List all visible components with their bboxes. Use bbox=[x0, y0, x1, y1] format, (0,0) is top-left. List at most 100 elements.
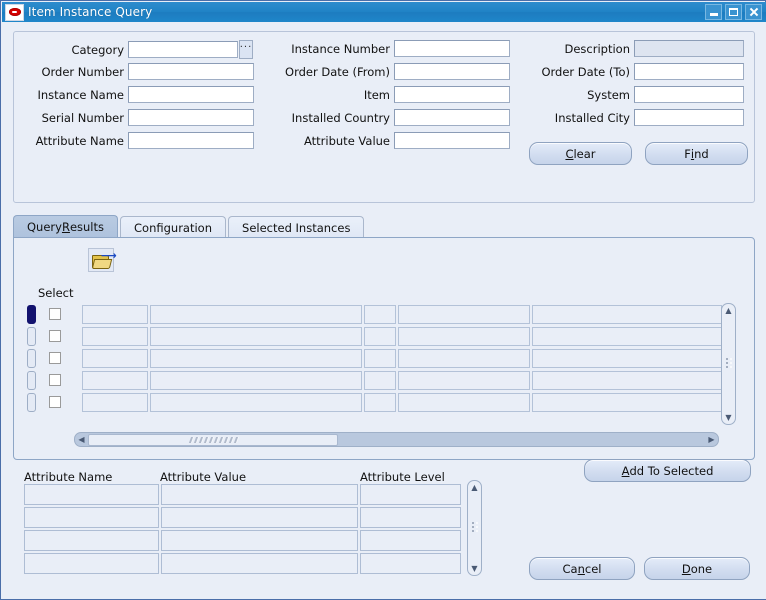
cell-col2[interactable] bbox=[150, 326, 362, 346]
cell-col3[interactable] bbox=[364, 370, 396, 390]
input-instance-number[interactable] bbox=[394, 40, 510, 57]
input-serial-number[interactable] bbox=[128, 109, 254, 126]
cell-col3[interactable] bbox=[364, 304, 396, 324]
attribute-value-cell[interactable] bbox=[161, 553, 358, 574]
maximize-button[interactable] bbox=[725, 4, 742, 20]
cell-col1[interactable] bbox=[82, 326, 148, 346]
done-button[interactable]: Done bbox=[644, 557, 750, 580]
record-indicator[interactable] bbox=[27, 392, 36, 412]
input-category[interactable] bbox=[128, 41, 238, 58]
results-hscroll-thumb[interactable] bbox=[88, 433, 338, 446]
table-row[interactable] bbox=[27, 391, 722, 413]
scroll-up-icon[interactable]: ▲ bbox=[722, 304, 735, 317]
attribute-name-cell[interactable] bbox=[24, 484, 159, 505]
attribute-level-cell[interactable] bbox=[360, 484, 461, 505]
cell-col2[interactable] bbox=[150, 370, 362, 390]
row-select-checkbox[interactable] bbox=[49, 396, 61, 408]
input-description bbox=[634, 40, 744, 57]
input-order-number[interactable] bbox=[128, 63, 254, 80]
form-canvas: Category ··· Order Number Instance Name … bbox=[2, 22, 766, 599]
tab-selected-instances[interactable]: Selected Instances bbox=[228, 216, 365, 238]
scroll-down-icon[interactable]: ▼ bbox=[468, 562, 481, 575]
field-row-attribute-value: Attribute Value bbox=[264, 132, 510, 149]
record-indicator[interactable] bbox=[27, 348, 36, 368]
table-row[interactable] bbox=[27, 369, 722, 391]
tab-query-results-pre: Query bbox=[27, 220, 62, 234]
row-select-checkbox[interactable] bbox=[49, 330, 61, 342]
attribute-level-cell[interactable] bbox=[360, 530, 461, 551]
cell-col5[interactable] bbox=[532, 370, 722, 390]
cell-col1[interactable] bbox=[82, 370, 148, 390]
results-vertical-scrollbar[interactable]: ▲ ▼ bbox=[721, 303, 736, 425]
cancel-button[interactable]: Ca n cel bbox=[529, 557, 635, 580]
attributes-vscroll-track[interactable] bbox=[469, 494, 480, 562]
attribute-level-cell[interactable] bbox=[360, 507, 461, 528]
table-row[interactable] bbox=[27, 325, 722, 347]
field-row-attribute-name: Attribute Name bbox=[14, 132, 254, 149]
scroll-right-icon[interactable]: ▶ bbox=[705, 433, 718, 446]
cell-col4[interactable] bbox=[398, 348, 530, 368]
cell-col5[interactable] bbox=[532, 304, 722, 324]
cell-col3[interactable] bbox=[364, 392, 396, 412]
field-row-description: Description bbox=[514, 40, 744, 57]
input-installed-city[interactable] bbox=[634, 109, 744, 126]
scroll-down-icon[interactable]: ▼ bbox=[722, 411, 735, 424]
cell-col1[interactable] bbox=[82, 348, 148, 368]
cell-col4[interactable] bbox=[398, 326, 530, 346]
cell-col2[interactable] bbox=[150, 392, 362, 412]
minimize-button[interactable] bbox=[705, 4, 722, 20]
cell-col3[interactable] bbox=[364, 348, 396, 368]
tab-query-results[interactable]: Query Results bbox=[13, 215, 119, 238]
tab-configuration[interactable]: Configuration bbox=[120, 216, 227, 238]
input-attribute-name[interactable] bbox=[128, 132, 254, 149]
cell-col5[interactable] bbox=[532, 348, 722, 368]
label-instance-number: Instance Number bbox=[291, 41, 390, 56]
find-button[interactable]: Fi nd bbox=[645, 142, 748, 165]
close-button[interactable] bbox=[745, 4, 762, 20]
category-lov-button[interactable]: ··· bbox=[239, 40, 253, 59]
cell-col2[interactable] bbox=[150, 348, 362, 368]
input-item[interactable] bbox=[394, 86, 510, 103]
attribute-value-cell[interactable] bbox=[161, 484, 358, 505]
input-instance-name[interactable] bbox=[128, 86, 254, 103]
cell-col1[interactable] bbox=[82, 304, 148, 324]
cell-col5[interactable] bbox=[532, 326, 722, 346]
input-attribute-value[interactable] bbox=[394, 132, 510, 149]
cell-col4[interactable] bbox=[398, 304, 530, 324]
row-select-checkbox[interactable] bbox=[49, 352, 61, 364]
table-row[interactable] bbox=[27, 347, 722, 369]
cell-col1[interactable] bbox=[82, 392, 148, 412]
table-row[interactable] bbox=[27, 303, 722, 325]
input-order-date-to[interactable] bbox=[634, 63, 744, 80]
cell-col2[interactable] bbox=[150, 304, 362, 324]
cell-col4[interactable] bbox=[398, 370, 530, 390]
cell-col5[interactable] bbox=[532, 392, 722, 412]
record-indicator[interactable] bbox=[27, 304, 36, 324]
attribute-value-cell[interactable] bbox=[161, 507, 358, 528]
clear-button[interactable]: Clear bbox=[529, 142, 632, 165]
attribute-level-cell[interactable] bbox=[360, 553, 461, 574]
row-select-checkbox[interactable] bbox=[49, 374, 61, 386]
results-vscroll-track[interactable] bbox=[723, 317, 734, 411]
open-folder-button[interactable]: ⟶ bbox=[88, 248, 117, 272]
record-indicator[interactable] bbox=[27, 326, 36, 346]
attribute-name-cell[interactable] bbox=[24, 553, 159, 574]
results-horizontal-scrollbar[interactable]: ◀ ▶ bbox=[74, 432, 719, 447]
row-select-checkbox[interactable] bbox=[49, 308, 61, 320]
query-criteria-block: Category ··· Order Number Instance Name … bbox=[13, 31, 755, 203]
attribute-value-cell[interactable] bbox=[161, 530, 358, 551]
scroll-left-icon[interactable]: ◀ bbox=[75, 433, 88, 446]
attribute-name-cell[interactable] bbox=[24, 530, 159, 551]
cell-col4[interactable] bbox=[398, 392, 530, 412]
attribute-value-header: Attribute Value bbox=[160, 470, 247, 484]
input-system[interactable] bbox=[634, 86, 744, 103]
record-indicator[interactable] bbox=[27, 370, 36, 390]
input-installed-country[interactable] bbox=[394, 109, 510, 126]
attributes-vertical-scrollbar[interactable]: ▲ ▼ bbox=[467, 480, 482, 576]
cell-col3[interactable] bbox=[364, 326, 396, 346]
scroll-up-icon[interactable]: ▲ bbox=[468, 481, 481, 494]
attribute-name-cell[interactable] bbox=[24, 507, 159, 528]
add-to-selected-button[interactable]: Add To Selected bbox=[584, 459, 751, 482]
item-instance-query-window: Item Instance Query Category ··· Order N… bbox=[0, 0, 766, 600]
input-order-date-from[interactable] bbox=[394, 63, 510, 80]
